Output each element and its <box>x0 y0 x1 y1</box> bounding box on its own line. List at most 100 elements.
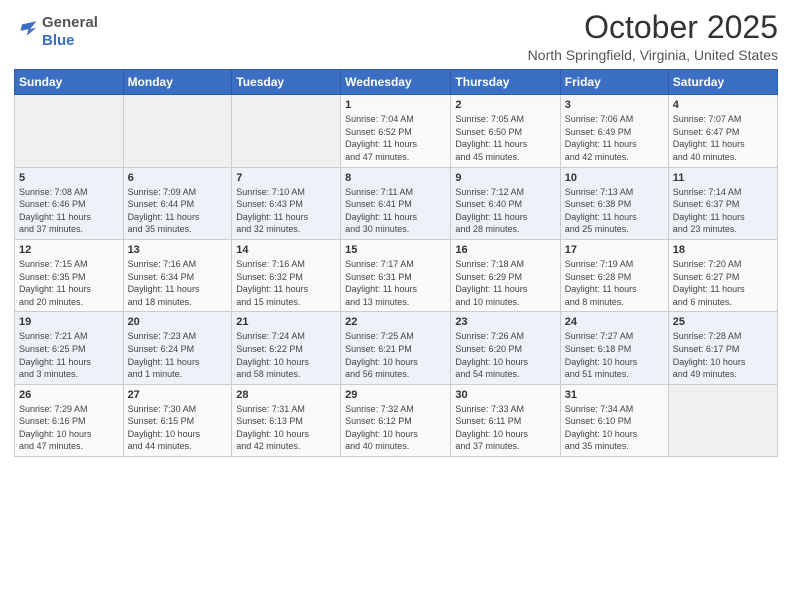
calendar-cell: 21 Sunrise: 7:24 AMSunset: 6:22 PMDayligh… <box>232 312 341 384</box>
calendar-cell: 26Sunrise: 7:29 AMSunset: 6:16 PMDayligh… <box>15 384 124 456</box>
calendar-cell: 1 Sunrise: 7:04 AMSunset: 6:52 PMDaylight… <box>341 95 451 167</box>
day-number: 5 <box>19 172 119 184</box>
day-number: 17 <box>565 244 664 256</box>
day-info: Sunrise: 7:10 AMSunset: 6:43 PMDaylight:… <box>236 186 336 236</box>
day-number: 10 <box>565 172 664 184</box>
calendar-week-row-2: 12Sunrise: 7:15 AMSunset: 6:35 PMDayligh… <box>15 239 778 311</box>
day-number: 22 <box>345 316 446 328</box>
calendar-cell: 10 Sunrise: 7:13 AMSunset: 6:38 PMDayligh… <box>560 167 668 239</box>
day-number: 28 <box>236 389 336 401</box>
day-number: 1 <box>345 99 446 111</box>
day-number: 3 <box>565 99 664 111</box>
calendar-cell: 4 Sunrise: 7:07 AMSunset: 6:47 PMDaylight… <box>668 95 777 167</box>
calendar-cell: 2 Sunrise: 7:05 AMSunset: 6:50 PMDaylight… <box>451 95 560 167</box>
day-info: Sunrise: 7:13 AMSunset: 6:38 PMDaylight:… <box>565 186 664 236</box>
calendar-week-row-3: 19 Sunrise: 7:21 AMSunset: 6:25 PMDayligh… <box>15 312 778 384</box>
calendar-cell: 16Sunrise: 7:18 AMSunset: 6:29 PMDayligh… <box>451 239 560 311</box>
day-info: Sunrise: 7:28 AMSunset: 6:17 PMDaylight:… <box>673 330 773 380</box>
calendar-cell <box>232 95 341 167</box>
calendar-cell: 22 Sunrise: 7:25 AMSunset: 6:21 PMDayligh… <box>341 312 451 384</box>
calendar-cell: 30Sunrise: 7:33 AMSunset: 6:11 PMDayligh… <box>451 384 560 456</box>
calendar-table: Sunday Monday Tuesday Wednesday Thursday… <box>14 69 778 457</box>
calendar-week-row-0: 1 Sunrise: 7:04 AMSunset: 6:52 PMDaylight… <box>15 95 778 167</box>
calendar-week-row-4: 26Sunrise: 7:29 AMSunset: 6:16 PMDayligh… <box>15 384 778 456</box>
calendar-cell: 31 Sunrise: 7:34 AMSunset: 6:10 PMDayligh… <box>560 384 668 456</box>
day-info: Sunrise: 7:24 AMSunset: 6:22 PMDaylight:… <box>236 330 336 380</box>
day-info: Sunrise: 7:08 AMSunset: 6:46 PMDaylight:… <box>19 186 119 236</box>
day-number: 15 <box>345 244 446 256</box>
header-tuesday: Tuesday <box>232 70 341 95</box>
day-number: 4 <box>673 99 773 111</box>
day-info: Sunrise: 7:31 AMSunset: 6:13 PMDaylight:… <box>236 403 336 453</box>
logo-text: General Blue <box>42 14 98 50</box>
calendar-cell: 9 Sunrise: 7:12 AMSunset: 6:40 PMDaylight… <box>451 167 560 239</box>
logo-icon <box>14 18 38 47</box>
page: General Blue October 2025 North Springfi… <box>0 0 792 612</box>
day-info: Sunrise: 7:05 AMSunset: 6:50 PMDaylight:… <box>455 113 555 163</box>
day-info: Sunrise: 7:23 AMSunset: 6:24 PMDaylight:… <box>128 330 228 380</box>
header-saturday: Saturday <box>668 70 777 95</box>
calendar-week-row-1: 5 Sunrise: 7:08 AMSunset: 6:46 PMDaylight… <box>15 167 778 239</box>
header-friday: Friday <box>560 70 668 95</box>
day-number: 20 <box>128 316 228 328</box>
day-number: 18 <box>673 244 773 256</box>
day-number: 29 <box>345 389 446 401</box>
day-number: 9 <box>455 172 555 184</box>
day-number: 2 <box>455 99 555 111</box>
day-number: 21 <box>236 316 336 328</box>
day-number: 11 <box>673 172 773 184</box>
day-number: 13 <box>128 244 228 256</box>
header-wednesday: Wednesday <box>341 70 451 95</box>
day-info: Sunrise: 7:20 AMSunset: 6:27 PMDaylight:… <box>673 258 773 308</box>
day-info: Sunrise: 7:09 AMSunset: 6:44 PMDaylight:… <box>128 186 228 236</box>
day-info: Sunrise: 7:12 AMSunset: 6:40 PMDaylight:… <box>455 186 555 236</box>
calendar-cell: 24 Sunrise: 7:27 AMSunset: 6:18 PMDayligh… <box>560 312 668 384</box>
calendar-cell: 29Sunrise: 7:32 AMSunset: 6:12 PMDayligh… <box>341 384 451 456</box>
day-number: 30 <box>455 389 555 401</box>
calendar-cell: 15 Sunrise: 7:17 AMSunset: 6:31 PMDayligh… <box>341 239 451 311</box>
calendar-cell: 14 Sunrise: 7:16 AMSunset: 6:32 PMDayligh… <box>232 239 341 311</box>
calendar-cell <box>123 95 232 167</box>
calendar-cell: 7 Sunrise: 7:10 AMSunset: 6:43 PMDaylight… <box>232 167 341 239</box>
header-thursday: Thursday <box>451 70 560 95</box>
day-info: Sunrise: 7:11 AMSunset: 6:41 PMDaylight:… <box>345 186 446 236</box>
day-number: 7 <box>236 172 336 184</box>
day-number: 26 <box>19 389 119 401</box>
header: General Blue October 2025 North Springfi… <box>14 10 778 63</box>
day-number: 24 <box>565 316 664 328</box>
calendar-cell: 28 Sunrise: 7:31 AMSunset: 6:13 PMDayligh… <box>232 384 341 456</box>
day-info: Sunrise: 7:16 AMSunset: 6:32 PMDaylight:… <box>236 258 336 308</box>
day-number: 27 <box>128 389 228 401</box>
calendar-cell: 19 Sunrise: 7:21 AMSunset: 6:25 PMDayligh… <box>15 312 124 384</box>
day-info: Sunrise: 7:34 AMSunset: 6:10 PMDaylight:… <box>565 403 664 453</box>
calendar-cell: 11 Sunrise: 7:14 AMSunset: 6:37 PMDayligh… <box>668 167 777 239</box>
day-info: Sunrise: 7:04 AMSunset: 6:52 PMDaylight:… <box>345 113 446 163</box>
day-info: Sunrise: 7:25 AMSunset: 6:21 PMDaylight:… <box>345 330 446 380</box>
calendar-cell: 20 Sunrise: 7:23 AMSunset: 6:24 PMDayligh… <box>123 312 232 384</box>
day-number: 14 <box>236 244 336 256</box>
day-number: 23 <box>455 316 555 328</box>
title-block: October 2025 North Springfield, Virginia… <box>528 10 778 63</box>
calendar-cell: 6Sunrise: 7:09 AMSunset: 6:44 PMDaylight… <box>123 167 232 239</box>
sub-title: North Springfield, Virginia, United Stat… <box>528 47 778 63</box>
day-info: Sunrise: 7:27 AMSunset: 6:18 PMDaylight:… <box>565 330 664 380</box>
header-sunday: Sunday <box>15 70 124 95</box>
calendar-cell: 5 Sunrise: 7:08 AMSunset: 6:46 PMDaylight… <box>15 167 124 239</box>
day-number: 16 <box>455 244 555 256</box>
day-number: 19 <box>19 316 119 328</box>
calendar-cell: 3Sunrise: 7:06 AMSunset: 6:49 PMDaylight… <box>560 95 668 167</box>
day-info: Sunrise: 7:19 AMSunset: 6:28 PMDaylight:… <box>565 258 664 308</box>
day-number: 31 <box>565 389 664 401</box>
day-info: Sunrise: 7:26 AMSunset: 6:20 PMDaylight:… <box>455 330 555 380</box>
day-info: Sunrise: 7:21 AMSunset: 6:25 PMDaylight:… <box>19 330 119 380</box>
day-info: Sunrise: 7:16 AMSunset: 6:34 PMDaylight:… <box>128 258 228 308</box>
day-info: Sunrise: 7:07 AMSunset: 6:47 PMDaylight:… <box>673 113 773 163</box>
day-info: Sunrise: 7:17 AMSunset: 6:31 PMDaylight:… <box>345 258 446 308</box>
calendar-cell: 27Sunrise: 7:30 AMSunset: 6:15 PMDayligh… <box>123 384 232 456</box>
calendar-cell <box>668 384 777 456</box>
day-number: 8 <box>345 172 446 184</box>
day-info: Sunrise: 7:15 AMSunset: 6:35 PMDaylight:… <box>19 258 119 308</box>
header-monday: Monday <box>123 70 232 95</box>
day-headers-row: Sunday Monday Tuesday Wednesday Thursday… <box>15 70 778 95</box>
day-info: Sunrise: 7:14 AMSunset: 6:37 PMDaylight:… <box>673 186 773 236</box>
